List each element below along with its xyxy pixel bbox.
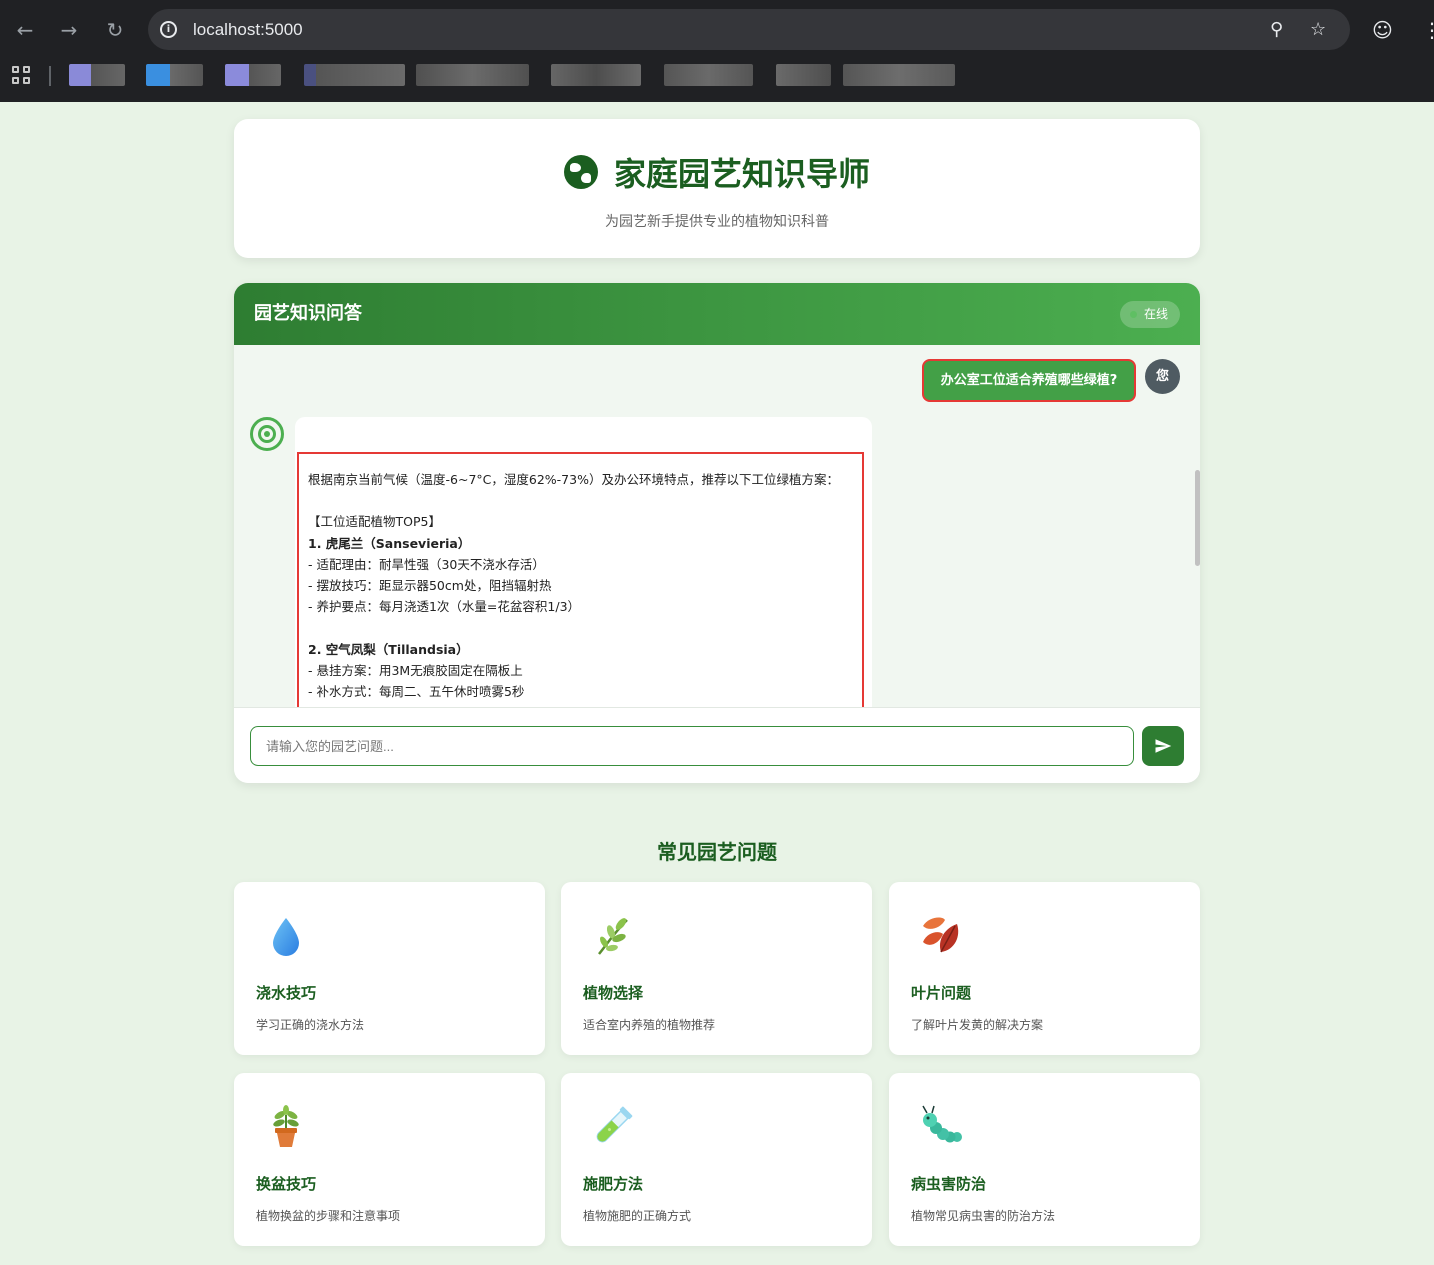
faq-card-watering[interactable]: 浇水技巧 学习正确的浇水方法 — [234, 882, 545, 1055]
chat-input-bar — [234, 707, 1200, 783]
chat-input[interactable] — [250, 726, 1134, 766]
profile-icon[interactable]: ☺ — [1372, 14, 1393, 46]
highlight-box — [297, 452, 864, 707]
bug-icon — [922, 1105, 962, 1143]
send-icon — [1155, 739, 1172, 753]
faq-card-plant-selection[interactable]: 植物选择 适合室内养殖的植物推荐 — [561, 882, 872, 1055]
bookmark-star-icon[interactable]: ☆ — [1310, 9, 1326, 50]
faq-card-leaf-problems[interactable]: 叶片问题 了解叶片发黄的解决方案 — [889, 882, 1200, 1055]
bot-avatar-icon — [250, 417, 284, 451]
faq-card-desc: 了解叶片发黄的解决方案 — [911, 1018, 1044, 1032]
chat-panel: 园艺知识问答 在线 办公室工位适合养殖哪些绿植? 您 根据南京当前气候（温度-6… — [234, 283, 1200, 783]
reload-icon[interactable]: ↻ — [99, 14, 131, 46]
status-badge: 在线 — [1119, 301, 1180, 328]
send-button[interactable] — [1142, 726, 1184, 766]
potted-plant-icon — [273, 1105, 299, 1147]
message-list[interactable]: 办公室工位适合养殖哪些绿植? 您 根据南京当前气候（温度-6~7°C，湿度62%… — [234, 345, 1200, 707]
faq-card-pest-control[interactable]: 病虫害防治 植物常见病虫害的防治方法 — [889, 1073, 1200, 1246]
menu-icon[interactable]: ⋮ — [1422, 14, 1434, 46]
bookmark-item[interactable] — [776, 64, 831, 86]
faq-card-title: 换盆技巧 — [256, 1175, 317, 1193]
bookmark-item[interactable] — [551, 64, 641, 86]
status-text: 在线 — [1143, 307, 1168, 321]
faq-card-title: 病虫害防治 — [911, 1175, 987, 1193]
user-avatar: 您 — [1145, 359, 1180, 394]
user-message: 办公室工位适合养殖哪些绿植? — [922, 359, 1136, 402]
faq-card-title: 施肥方法 — [583, 1175, 644, 1193]
faq-card-desc: 学习正确的浇水方法 — [256, 1018, 365, 1032]
bookmarks-bar — [0, 56, 1434, 96]
faq-card-title: 植物选择 — [583, 984, 644, 1002]
site-info-icon[interactable]: i — [160, 21, 177, 38]
browser-chrome: ← → ↻ i localhost:5000 ⚲ ☆ ☺ ⋮ — [0, 0, 1434, 102]
address-bar[interactable]: i localhost:5000 ⚲ ☆ — [148, 9, 1350, 50]
bookmark-item[interactable] — [416, 64, 529, 86]
page-subtitle: 为园艺新手提供专业的植物知识科普 — [605, 214, 829, 230]
apps-icon[interactable] — [12, 66, 32, 86]
test-tube-icon — [596, 1106, 633, 1143]
zoom-icon[interactable]: ⚲ — [1270, 9, 1283, 50]
fallen-leaf-icon — [923, 917, 959, 953]
faq-card-desc: 适合室内养殖的植物推荐 — [583, 1018, 716, 1032]
message-scrollbar[interactable] — [1195, 470, 1200, 566]
bookmarks-separator — [49, 66, 51, 86]
water-drop-icon — [273, 918, 299, 956]
globe-icon — [563, 155, 598, 189]
status-dot-icon — [1129, 311, 1137, 318]
page-title-text: 家庭园艺知识导师 — [613, 155, 870, 193]
header-card: 家庭园艺知识导师 为园艺新手提供专业的植物知识科普 — [234, 119, 1200, 258]
chat-header: 园艺知识问答 在线 — [234, 283, 1200, 345]
bookmark-item[interactable] — [69, 64, 125, 86]
back-icon[interactable]: ← — [9, 14, 41, 46]
faq-card-desc: 植物常见病虫害的防治方法 — [911, 1209, 1056, 1223]
page-title: 家庭园艺知识导师 — [234, 149, 1200, 195]
bookmark-item[interactable] — [843, 64, 955, 86]
faq-card-repotting[interactable]: 换盆技巧 植物换盆的步骤和注意事项 — [234, 1073, 545, 1246]
url-text: localhost:5000 — [193, 20, 303, 39]
forward-icon[interactable]: → — [53, 14, 85, 46]
bookmark-item[interactable] — [146, 64, 203, 86]
chat-title: 园艺知识问答 — [254, 303, 362, 324]
faq-section-title: 常见园艺问题 — [657, 840, 777, 864]
faq-card-desc: 植物施肥的正确方式 — [583, 1209, 692, 1223]
bookmark-item[interactable] — [304, 64, 405, 86]
bookmark-item[interactable] — [225, 64, 281, 86]
faq-card-fertilizing[interactable]: 施肥方法 植物施肥的正确方式 — [561, 1073, 872, 1246]
faq-card-title: 浇水技巧 — [256, 984, 317, 1002]
faq-card-title: 叶片问题 — [911, 984, 972, 1002]
herb-icon — [598, 918, 628, 955]
faq-card-desc: 植物换盆的步骤和注意事项 — [256, 1209, 401, 1223]
bookmark-item[interactable] — [664, 64, 753, 86]
